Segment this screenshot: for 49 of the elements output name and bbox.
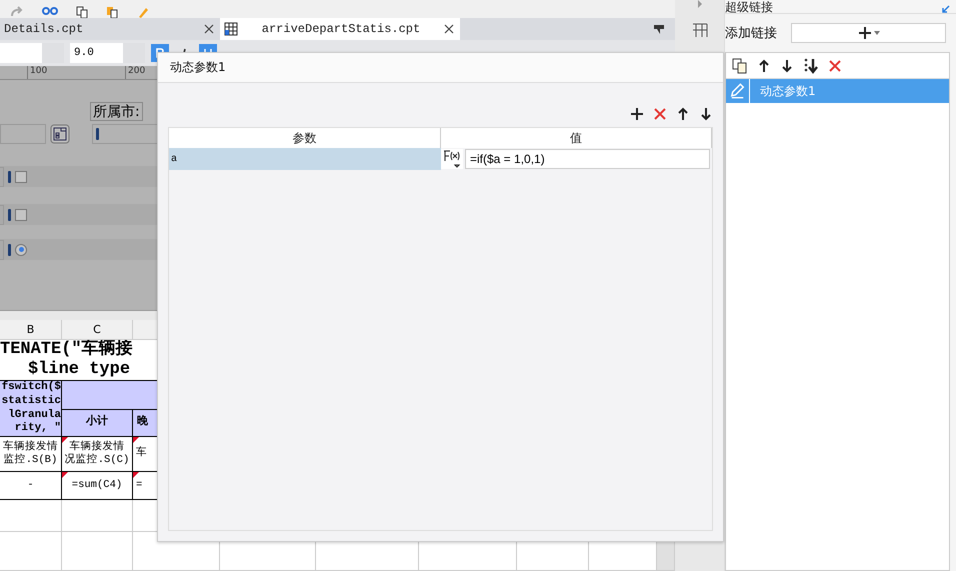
editor-tab[interactable]: arriveDepartStatis.cpt (220, 18, 460, 40)
arrow-down-icon[interactable] (699, 107, 713, 121)
table-cell: fswitch($ statistic lGranula rity, " (0, 381, 62, 437)
arrow-down-icon[interactable] (780, 58, 794, 72)
copy-icon[interactable] (732, 58, 748, 74)
column-header[interactable]: C (62, 320, 133, 340)
table-cell: 车辆接发情 况监控.S(C) (62, 437, 133, 472)
dialog-title: 动态参数1 (158, 53, 723, 83)
arrow-up-icon[interactable] (676, 107, 690, 121)
add-link-label: 添加链接 (725, 25, 777, 42)
table-cell: - (0, 472, 62, 500)
corner-flag-icon (133, 437, 139, 443)
copy-icon[interactable] (76, 6, 88, 18)
grid-icon[interactable] (692, 22, 708, 38)
table-cell (62, 532, 133, 571)
delete-icon[interactable] (653, 107, 667, 121)
arrow-up-icon[interactable] (757, 58, 771, 72)
column-header: 值 (441, 128, 712, 148)
table-cell (0, 532, 62, 571)
table-cell: =sum(C4) (62, 472, 133, 500)
close-icon[interactable] (204, 24, 214, 34)
column-header[interactable]: B (0, 320, 62, 340)
move-bottom-icon[interactable] (803, 58, 819, 74)
corner-flag-icon (62, 437, 68, 443)
corner-flag-icon (133, 472, 139, 478)
checkbox[interactable] (15, 170, 27, 182)
radio-button[interactable] (15, 244, 27, 256)
table-cell[interactable]: a (169, 148, 441, 170)
dropdown-icon[interactable] (653, 23, 665, 35)
expand-icon[interactable] (942, 5, 950, 13)
close-icon[interactable] (444, 24, 454, 34)
value-field[interactable]: =if($a = 1,0,1) (465, 149, 710, 169)
formula-icon[interactable] (441, 149, 463, 169)
delete-icon[interactable] (828, 58, 842, 72)
table-cell (0, 500, 62, 532)
add-icon[interactable] (630, 107, 644, 121)
field-label: 所属市: (90, 102, 143, 120)
report-icon (224, 22, 238, 36)
input-field[interactable] (0, 124, 46, 144)
corner-flag-icon (62, 472, 68, 478)
plus-icon (858, 26, 872, 40)
checkbox[interactable] (15, 208, 27, 220)
caret-icon (874, 30, 880, 36)
table-cell: 小计 (62, 410, 133, 437)
font-size-select[interactable]: 9.0 (70, 43, 145, 63)
panel-title: 超级链接 (725, 1, 773, 13)
editor-tab[interactable]: Details.cpt (0, 18, 220, 40)
calendar-button-icon[interactable] (50, 124, 70, 144)
table-cell: 车辆接发情 监控.S(B) (0, 437, 62, 472)
